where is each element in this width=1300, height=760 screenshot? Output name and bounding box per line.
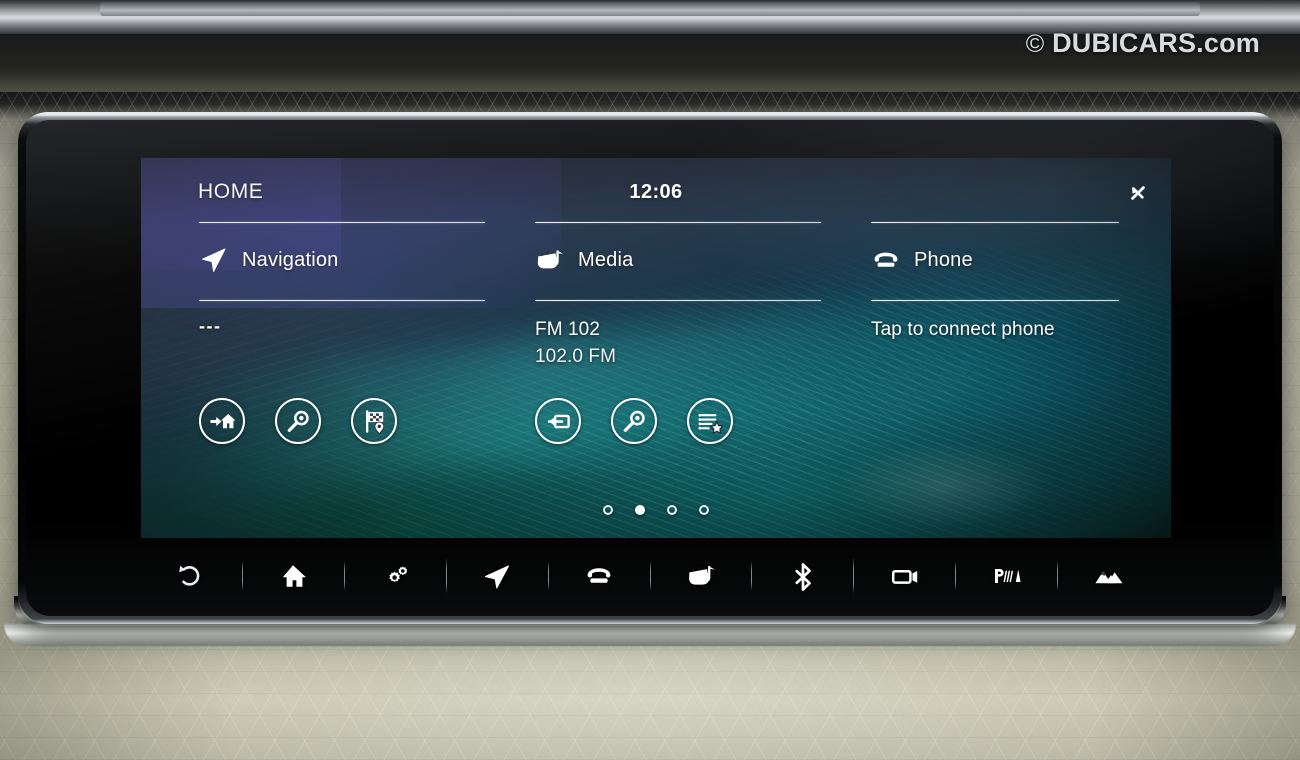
panel-navigation-line1: --- [199,316,222,336]
watermark-brand: DUBICARS [1052,28,1197,58]
panel-media-line2: 102.0 FM [535,346,617,367]
telephone-icon [871,246,901,274]
head-unit-inner: HOME 12:06 Navigation --- Media FM 102 1… [26,120,1274,616]
media-shortcut-search[interactable] [611,398,657,444]
clock: 12:06 [629,181,683,203]
panel-rule-top [535,222,821,223]
nav-shortcut-go-home[interactable] [199,398,245,444]
nav-shortcut-destinations[interactable] [351,398,397,444]
bottombar-back[interactable] [141,544,242,608]
panel-navigation-shortcuts [199,398,397,444]
page-dot-2[interactable] [635,505,645,515]
lower-chrome-blade-secondary [4,624,1296,646]
media-shortcut-source[interactable] [535,398,581,444]
page-indicator[interactable] [141,505,1171,515]
panel-phone[interactable]: Phone Tap to connect phone [853,222,1151,472]
bottombar-phone[interactable] [549,544,650,608]
panel-rule-bottom [871,300,1119,301]
panel-media[interactable]: Media FM 102 102.0 FM [517,222,853,472]
disconnected-icon[interactable] [1125,180,1151,206]
panel-media-line1: FM 102 [535,319,601,340]
home-panels: Navigation --- Media FM 102 102.0 FM Pho… [181,222,1151,472]
panel-phone-header[interactable]: Phone [871,246,973,274]
screen-ui-layer: HOME 12:06 Navigation --- Media FM 102 1… [141,158,1171,538]
panel-navigation-label: Navigation [242,248,339,271]
watermark-copyright: © [1025,30,1045,58]
screen-header: HOME 12:06 [141,180,1171,220]
media-clapperboard-note-icon [535,246,565,274]
infotainment-screen[interactable]: HOME 12:06 Navigation --- Media FM 102 1… [141,158,1171,538]
bottombar-terrain[interactable] [1058,544,1159,608]
panel-rule-bottom [535,300,821,301]
navigation-arrow-icon [199,246,229,274]
panel-media-label: Media [578,248,634,271]
panel-media-header[interactable]: Media [535,246,633,274]
bottombar-settings[interactable] [345,544,446,608]
bottombar-navigation[interactable] [447,544,548,608]
panel-phone-label: Phone [914,248,973,271]
media-shortcut-favorites[interactable] [687,398,733,444]
page-dot-1[interactable] [603,505,613,515]
watermark: © DUBICARS.com [1026,28,1260,59]
watermark-tld: .com [1196,28,1260,58]
panel-phone-content: Tap to connect phone [871,316,1055,343]
bottom-icon-bar [141,544,1159,608]
upper-chrome-inlay [100,2,1200,16]
panel-phone-line1[interactable]: Tap to connect phone [871,316,1055,343]
panel-rule-top [871,222,1119,223]
panel-rule-bottom [199,300,485,301]
page-dot-4[interactable] [699,505,709,515]
page-dot-3[interactable] [667,505,677,515]
panel-media-shortcuts [535,398,733,444]
panel-navigation-header[interactable]: Navigation [199,246,339,274]
bottombar-media[interactable] [651,544,752,608]
bottombar-camera[interactable] [854,544,955,608]
bottombar-park-assist[interactable] [956,544,1057,608]
head-unit-bezel: HOME 12:06 Navigation --- Media FM 102 1… [18,112,1282,624]
bottombar-home[interactable] [243,544,344,608]
bottombar-bluetooth[interactable] [752,544,853,608]
panel-navigation-content: --- [199,316,221,337]
panel-navigation[interactable]: Navigation --- [181,222,517,472]
panel-media-content: FM 102 102.0 FM [535,316,616,370]
nav-shortcut-search[interactable] [275,398,321,444]
panel-rule-top [199,222,485,223]
